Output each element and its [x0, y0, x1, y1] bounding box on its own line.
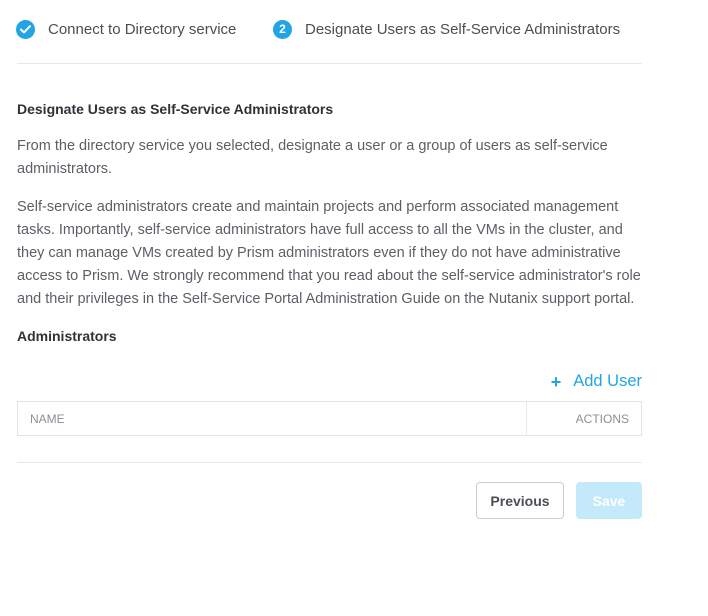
footer-actions: Previous Save [17, 482, 642, 519]
intro-paragraph: From the directory service you selected,… [17, 138, 608, 177]
step-label: Connect to Directory service [48, 20, 237, 38]
plus-icon: + [550, 371, 562, 392]
step-label: Designate Users as Self-Service Administ… [305, 20, 621, 38]
add-user-label: Add User [573, 372, 642, 390]
administrators-heading: Administrators [17, 328, 117, 344]
divider [17, 462, 642, 463]
wizard-stepper: Connect to Directory service 2 Designate… [16, 0, 642, 64]
section-title: Designate Users as Self-Service Administ… [17, 101, 334, 117]
save-button[interactable]: Save [576, 482, 642, 519]
step-connect-directory: Connect to Directory service [16, 18, 236, 40]
wizard-content: Connect to Directory service 2 Designate… [16, 0, 642, 519]
previous-button[interactable]: Previous [476, 482, 564, 519]
administrators-table: NAME ACTIONS [17, 401, 642, 436]
checkmark-icon [16, 19, 35, 39]
column-header-actions: ACTIONS [575, 411, 629, 426]
column-header-name[interactable]: NAME [18, 402, 527, 435]
add-user-button[interactable]: + Add User [551, 372, 642, 391]
step-designate-users: 2 Designate Users as Self-Service Admini… [273, 18, 620, 40]
step-number-badge: 2 [273, 19, 292, 39]
description-paragraph: Self-service administrators create and m… [17, 199, 641, 307]
add-user-row: + Add User [17, 372, 642, 391]
